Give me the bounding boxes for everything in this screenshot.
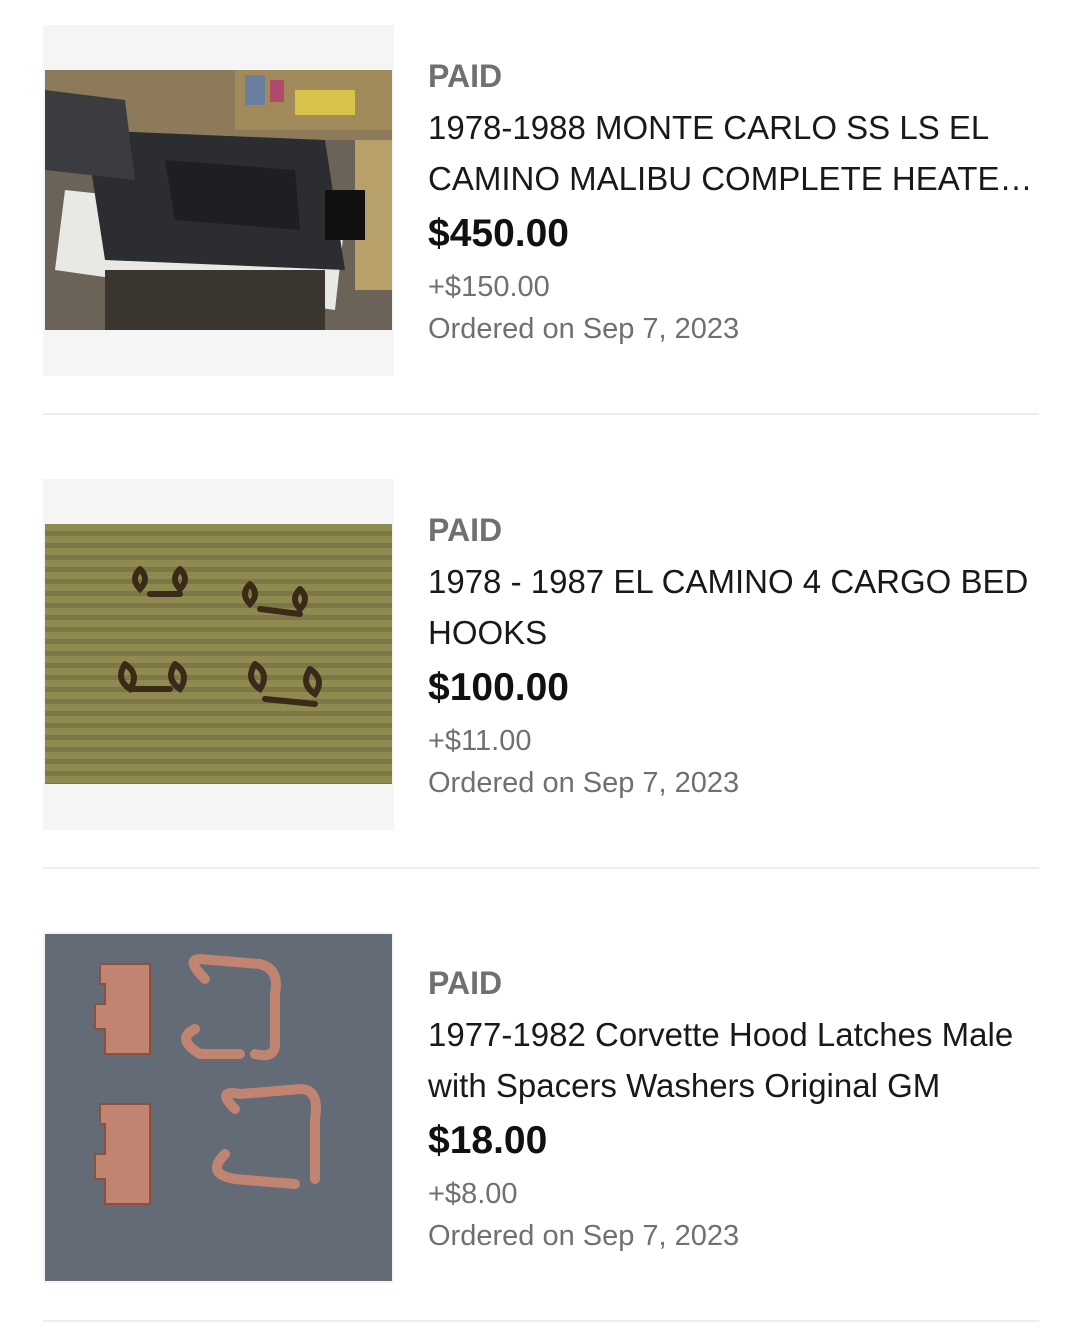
order-info: PAID 1977-1982 Corvette Hood Latches Mal… xyxy=(428,963,1039,1257)
item-price: $450.00 xyxy=(428,212,569,255)
order-date: Ordered on Sep 7, 2023 xyxy=(428,767,740,799)
order-status: PAID xyxy=(428,965,503,1001)
order-date: Ordered on Sep 7, 2023 xyxy=(428,313,740,345)
order-item[interactable]: PAID 1977-1982 Corvette Hood Latches Mal… xyxy=(43,932,1039,1322)
heater-box-photo[interactable] xyxy=(45,70,392,330)
shipping-cost: +$150.00 xyxy=(428,271,550,303)
cargo-hooks-photo[interactable] xyxy=(45,524,392,784)
item-price: $18.00 xyxy=(428,1119,548,1162)
hood-latches-photo[interactable] xyxy=(45,934,392,1281)
order-date: Ordered on Sep 7, 2023 xyxy=(428,1220,740,1252)
order-item[interactable]: PAID 1978 - 1987 EL CAMINO 4 CARGO BED H… xyxy=(43,479,1039,869)
item-title[interactable]: 1978-1988 MONTE CARLO SS LS EL CAMINO MA… xyxy=(428,102,1039,204)
item-thumbnail-frame[interactable] xyxy=(43,932,394,1283)
order-status: PAID xyxy=(428,512,503,548)
item-title[interactable]: 1978 - 1987 EL CAMINO 4 CARGO BED HOOKS xyxy=(428,556,1039,658)
shipping-cost: +$8.00 xyxy=(428,1178,518,1210)
item-thumbnail-frame[interactable] xyxy=(43,25,394,376)
order-info: PAID 1978-1988 MONTE CARLO SS LS EL CAMI… xyxy=(428,56,1039,350)
order-status: PAID xyxy=(428,58,503,94)
order-info: PAID 1978 - 1987 EL CAMINO 4 CARGO BED H… xyxy=(428,510,1039,804)
item-thumbnail-frame[interactable] xyxy=(43,479,394,830)
order-item[interactable]: PAID 1978-1988 MONTE CARLO SS LS EL CAMI… xyxy=(43,25,1039,415)
item-title[interactable]: 1977-1982 Corvette Hood Latches Male wit… xyxy=(428,1009,1039,1111)
item-price: $100.00 xyxy=(428,666,569,709)
shipping-cost: +$11.00 xyxy=(428,725,532,757)
